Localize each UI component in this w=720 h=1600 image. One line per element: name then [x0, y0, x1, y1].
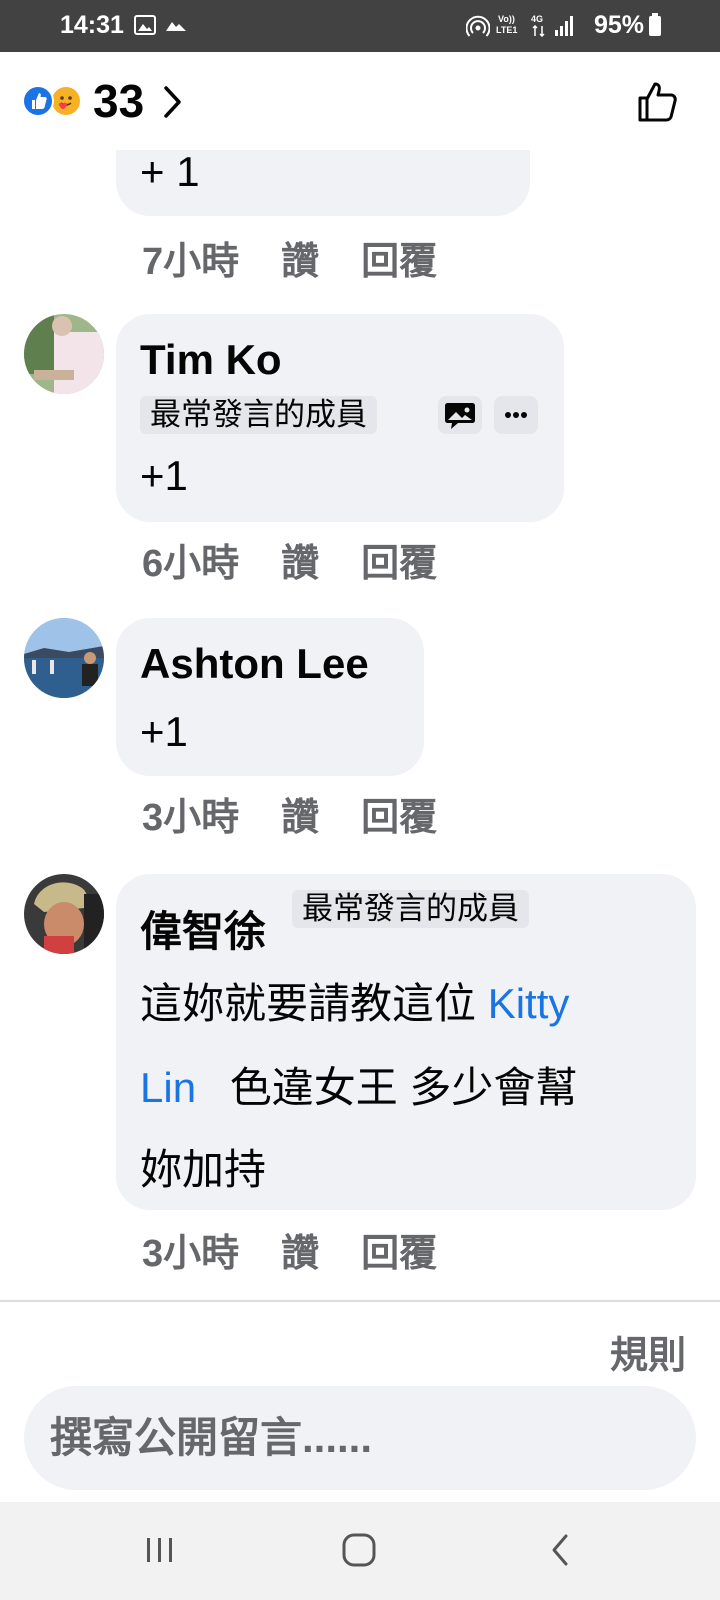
care-reaction-icon[interactable]: [50, 85, 82, 117]
signal-icon: [555, 16, 573, 36]
comment-time: 7小時: [142, 241, 240, 283]
comment-meta-ashton-lee: 3小時讚回覆: [142, 796, 437, 840]
hotspot-icon: [466, 15, 490, 37]
data-arrows-icon: [532, 25, 545, 37]
divider: [0, 1300, 720, 1302]
reply-comment-button[interactable]: 回覆: [361, 542, 437, 586]
system-nav-bar: [0, 1502, 720, 1600]
comment-meta-tim-ko: 6小時讚回覆: [142, 542, 437, 586]
like-comment-button[interactable]: 讚: [281, 1232, 319, 1276]
comment-text-line-1: 這妳就要請教這位 Kitty: [140, 980, 569, 1028]
status-time: 14:31: [60, 11, 124, 39]
comment-author[interactable]: Tim Ko: [140, 336, 282, 384]
reply-comment-button[interactable]: 回覆: [361, 1232, 437, 1276]
gallery-icon: [134, 15, 156, 35]
comment-time: 3小時: [142, 797, 240, 839]
mention-link[interactable]: Lin: [140, 1064, 196, 1111]
like-reaction-icon[interactable]: [22, 85, 54, 117]
more-icon[interactable]: [494, 396, 538, 434]
reaction-count[interactable]: 33: [93, 76, 144, 126]
avatar-tim-ko[interactable]: [24, 314, 104, 394]
comment-author[interactable]: 偉智徐: [140, 908, 266, 956]
comment-text: 這妳就要請教這位: [140, 980, 477, 1027]
battery-icon: [649, 13, 661, 36]
comment-author[interactable]: Ashton Lee: [140, 640, 369, 688]
comment-time: 3小時: [142, 1233, 240, 1275]
recent-apps-icon[interactable]: [144, 1532, 176, 1568]
comment-text-previous: + 1: [140, 148, 200, 195]
comment-meta-previous: 7小時讚回覆: [142, 240, 437, 284]
comment-text: +1: [140, 708, 188, 755]
cloud-icon: [166, 22, 186, 31]
volte-label: Vo)): [498, 14, 515, 24]
like-comment-button[interactable]: 讚: [281, 240, 319, 284]
header-overlay: 33: [0, 52, 720, 150]
comment-text: +1: [140, 452, 188, 499]
chevron-right-icon[interactable]: [163, 85, 183, 119]
reply-comment-button[interactable]: 回覆: [361, 240, 437, 284]
reply-comment-button[interactable]: 回覆: [361, 796, 437, 840]
comment-time: 6小時: [142, 543, 240, 585]
battery-percent: 95%: [594, 11, 645, 39]
avatar-ashton-lee[interactable]: [24, 618, 104, 698]
top-contributor-badge: 最常發言的成員: [140, 396, 377, 434]
avatar-wei-chih-hsu[interactable]: [24, 874, 104, 954]
message-icon[interactable]: [438, 396, 482, 434]
back-icon[interactable]: [548, 1532, 572, 1568]
home-icon[interactable]: [340, 1532, 380, 1568]
lte-label: LTE1: [496, 25, 518, 35]
comment-text-line-3: 妳加持: [140, 1146, 267, 1193]
status-bar: 14:31 Vo)) LTE1 4G 95%: [0, 0, 720, 52]
comment-text-line-2: Lin 色違女王 多少會幫: [140, 1064, 577, 1112]
top-contributor-badge: 最常發言的成員: [292, 890, 529, 928]
like-comment-button[interactable]: 讚: [281, 796, 319, 840]
comment-input[interactable]: [24, 1386, 696, 1490]
network-type-label: 4G: [531, 14, 544, 24]
like-post-button[interactable]: [636, 80, 680, 124]
mention-link[interactable]: Kitty: [488, 980, 570, 1027]
comment-meta-wei-chih-hsu: 3小時讚回覆: [142, 1232, 437, 1276]
comment-text: 色違女王 多少會幫: [229, 1064, 578, 1111]
rules-link[interactable]: 規則: [610, 1324, 686, 1379]
like-comment-button[interactable]: 讚: [281, 542, 319, 586]
